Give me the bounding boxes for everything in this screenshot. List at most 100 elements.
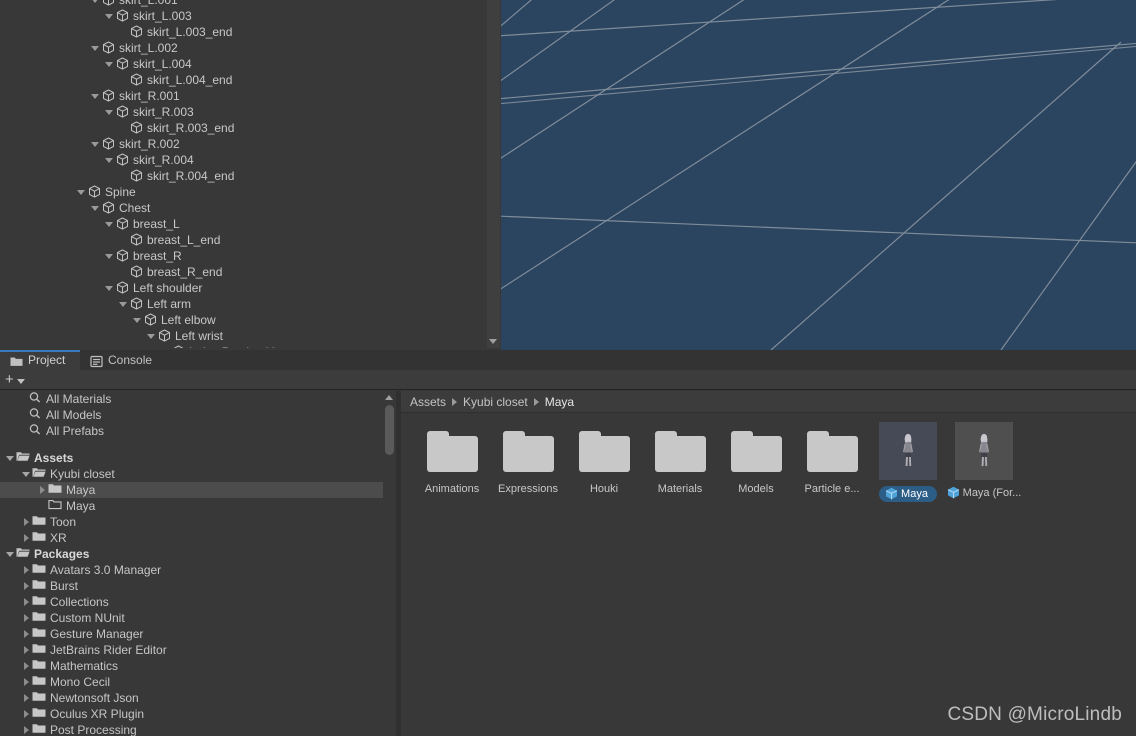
foldout-closed-icon[interactable] <box>20 562 32 578</box>
chevron-down-icon[interactable] <box>16 378 25 384</box>
foldout-closed-icon[interactable] <box>20 610 32 626</box>
asset-thumbnail[interactable] <box>648 422 712 480</box>
hierarchy-row[interactable]: breast_R <box>0 248 492 264</box>
hierarchy-row[interactable]: Left shoulder <box>0 280 492 296</box>
hierarchy-row[interactable]: skirt_R.003_end <box>0 120 492 136</box>
foldout-open-icon[interactable] <box>104 248 115 264</box>
hierarchy-vertical-scrollbar[interactable] <box>487 0 500 348</box>
project-tree-scrollbar[interactable] <box>383 391 396 736</box>
hierarchy-row[interactable]: skirt_R.002 <box>0 136 492 152</box>
foldout-open-icon[interactable] <box>104 104 115 120</box>
foldout-open-icon[interactable] <box>90 200 101 216</box>
foldout-closed-icon[interactable] <box>20 658 32 674</box>
asset-grid-item[interactable]: Models <box>718 422 794 503</box>
scene-view-viewport[interactable] <box>501 0 1136 350</box>
foldout-open-icon[interactable] <box>90 136 101 152</box>
hierarchy-row[interactable]: skirt_L.004_end <box>0 72 492 88</box>
foldout-open-icon[interactable] <box>76 184 87 200</box>
asset-grid-item[interactable]: Expressions <box>490 422 566 503</box>
foldout-open-icon[interactable] <box>90 40 101 56</box>
foldout-open-icon[interactable] <box>90 0 101 8</box>
foldout-closed-icon[interactable] <box>20 690 32 706</box>
foldout-open-icon[interactable] <box>146 328 157 344</box>
hierarchy-row[interactable]: Chest <box>0 200 492 216</box>
hierarchy-row[interactable]: skirt_R.001 <box>0 88 492 104</box>
hierarchy-row[interactable]: skirt_L.003 <box>0 8 492 24</box>
project-tree-row[interactable]: Newtonsoft Json <box>0 690 396 706</box>
project-tree-row[interactable]: Packages <box>0 546 396 562</box>
breadcrumb-item[interactable]: Assets <box>410 395 446 409</box>
asset-thumbnail[interactable] <box>724 422 788 480</box>
project-tree-row[interactable]: Custom NUnit <box>0 610 396 626</box>
hierarchy-row[interactable]: skirt_R.004_end <box>0 168 492 184</box>
hierarchy-row[interactable]: Index Proximal L <box>0 344 492 348</box>
foldout-open-icon[interactable] <box>160 344 171 348</box>
foldout-open-icon[interactable] <box>132 312 143 328</box>
project-tree-row[interactable]: Kyubi closet <box>0 466 396 482</box>
chevron-up-icon[interactable] <box>385 395 393 400</box>
foldout-closed-icon[interactable] <box>20 594 32 610</box>
foldout-open-icon[interactable] <box>104 8 115 24</box>
project-folder-tree[interactable]: All Materials All Models All Prefabs Assets… <box>0 391 396 736</box>
asset-grid-item[interactable]: Houki <box>566 422 642 503</box>
asset-grid[interactable]: Animations Expressions Houki Materials Model… <box>401 414 1136 736</box>
create-asset-button[interactable]: + <box>5 372 25 387</box>
project-favorite-row[interactable]: All Materials <box>0 391 396 407</box>
project-tree-row[interactable]: XR <box>0 530 396 546</box>
breadcrumb-item[interactable]: Maya <box>545 395 574 409</box>
project-tree-row[interactable]: Post Processing <box>0 722 396 736</box>
asset-grid-item[interactable]: Maya (For... <box>946 422 1022 503</box>
foldout-closed-icon[interactable] <box>20 722 32 736</box>
project-tree-row[interactable]: Maya <box>0 482 396 498</box>
project-tree-row[interactable]: Assets <box>0 450 396 466</box>
hierarchy-row[interactable]: breast_R_end <box>0 264 492 280</box>
asset-thumbnail[interactable] <box>876 422 940 480</box>
foldout-open-icon[interactable] <box>104 280 115 296</box>
project-tree-row[interactable]: Gesture Manager <box>0 626 396 642</box>
hierarchy-panel[interactable]: skirt_L.001 skirt_L.003 skirt_L.003_end … <box>0 0 500 348</box>
scrollbar-thumb[interactable] <box>385 405 394 455</box>
hierarchy-row[interactable]: breast_L <box>0 216 492 232</box>
asset-grid-item[interactable]: Maya <box>870 422 946 503</box>
hierarchy-row[interactable]: skirt_R.004 <box>0 152 492 168</box>
hierarchy-row[interactable]: skirt_L.001 <box>0 0 492 8</box>
foldout-closed-icon[interactable] <box>20 706 32 722</box>
hierarchy-row[interactable]: skirt_L.002 <box>0 40 492 56</box>
project-tree-row[interactable]: JetBrains Rider Editor <box>0 642 396 658</box>
foldout-closed-icon[interactable] <box>20 578 32 594</box>
asset-thumbnail[interactable] <box>420 422 484 480</box>
project-tree-row[interactable]: Avatars 3.0 Manager <box>0 562 396 578</box>
hierarchy-tree[interactable]: skirt_L.001 skirt_L.003 skirt_L.003_end … <box>0 0 492 348</box>
project-favorite-row[interactable]: All Models <box>0 407 396 423</box>
hierarchy-row[interactable]: skirt_R.003 <box>0 104 492 120</box>
panel-tab-bar[interactable]: Project Console <box>0 350 1136 370</box>
asset-thumbnail[interactable] <box>800 422 864 480</box>
foldout-closed-icon[interactable] <box>20 530 32 546</box>
project-tree-row[interactable]: Mono Cecil <box>0 674 396 690</box>
hierarchy-row[interactable]: Left elbow <box>0 312 492 328</box>
hierarchy-row[interactable]: skirt_L.004 <box>0 56 492 72</box>
foldout-open-icon[interactable] <box>90 88 101 104</box>
hierarchy-row[interactable]: Left wrist <box>0 328 492 344</box>
foldout-closed-icon[interactable] <box>20 626 32 642</box>
breadcrumb-item[interactable]: Kyubi closet <box>463 395 528 409</box>
foldout-open-icon[interactable] <box>104 216 115 232</box>
hierarchy-row[interactable]: skirt_L.003_end <box>0 24 492 40</box>
breadcrumb[interactable]: Assets Kyubi closet Maya <box>401 391 1136 413</box>
chevron-down-icon[interactable] <box>489 339 497 344</box>
tab-project[interactable]: Project <box>0 350 80 370</box>
tab-console[interactable]: Console <box>80 350 168 370</box>
asset-thumbnail[interactable] <box>572 422 636 480</box>
foldout-open-icon[interactable] <box>104 56 115 72</box>
asset-grid-item[interactable]: Particle e... <box>794 422 870 503</box>
hierarchy-row[interactable]: Left arm <box>0 296 492 312</box>
hierarchy-row[interactable]: Spine <box>0 184 492 200</box>
foldout-open-icon[interactable] <box>104 152 115 168</box>
project-tree-row[interactable]: Collections <box>0 594 396 610</box>
project-toolbar[interactable]: + <box>0 370 1136 390</box>
hierarchy-row[interactable]: breast_L_end <box>0 232 492 248</box>
project-favorite-row[interactable]: All Prefabs <box>0 423 396 439</box>
foldout-closed-icon[interactable] <box>20 674 32 690</box>
asset-grid-item[interactable]: Animations <box>414 422 490 503</box>
asset-grid-item[interactable]: Materials <box>642 422 718 503</box>
